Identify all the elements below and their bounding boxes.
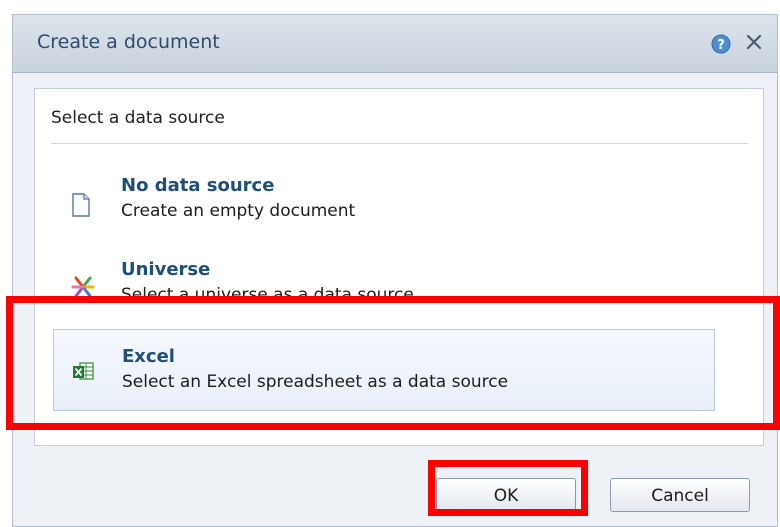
blank-document-icon bbox=[71, 193, 93, 217]
option-title: Excel bbox=[122, 346, 175, 367]
dialog-title: Create a document bbox=[37, 31, 220, 53]
cancel-button[interactable]: Cancel bbox=[610, 478, 750, 512]
divider bbox=[51, 143, 748, 144]
option-title: Universe bbox=[121, 259, 211, 280]
create-document-dialog: Create a document ? Select a data source… bbox=[12, 14, 778, 527]
option-description: Select a universe as a data source bbox=[121, 285, 414, 305]
data-source-panel: Select a data source No data source Crea… bbox=[34, 88, 764, 446]
ok-button[interactable]: OK bbox=[436, 478, 576, 512]
option-universe[interactable]: Universe Select a universe as a data sou… bbox=[53, 245, 715, 327]
help-icon[interactable]: ? bbox=[711, 34, 731, 54]
select-data-source-label: Select a data source bbox=[51, 108, 225, 128]
option-description: Create an empty document bbox=[121, 201, 356, 221]
option-excel[interactable]: Excel Select an Excel spreadsheet as a d… bbox=[53, 329, 715, 411]
option-description: Select an Excel spreadsheet as a data so… bbox=[122, 372, 509, 392]
universe-icon bbox=[71, 275, 95, 299]
dialog-titlebar[interactable]: Create a document ? bbox=[13, 15, 777, 73]
svg-text:?: ? bbox=[717, 38, 725, 53]
option-no-data-source[interactable]: No data source Create an empty document bbox=[53, 159, 715, 241]
option-title: No data source bbox=[121, 175, 275, 196]
excel-icon bbox=[72, 360, 94, 384]
close-icon[interactable] bbox=[745, 33, 763, 51]
